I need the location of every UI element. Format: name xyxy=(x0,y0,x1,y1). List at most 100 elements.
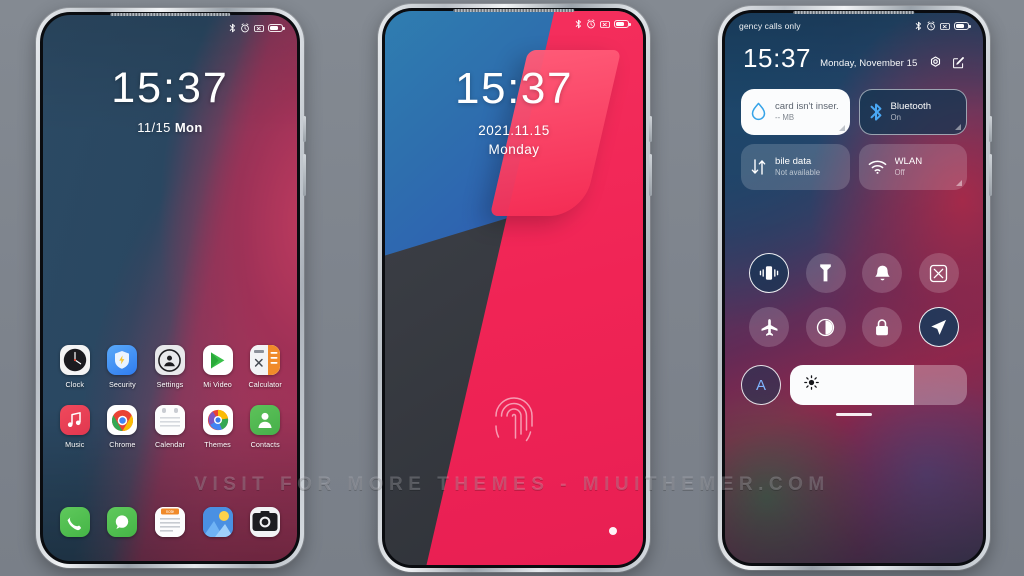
lock-clock-date: 2021.11.15 xyxy=(478,123,550,138)
mute-icon xyxy=(940,22,950,30)
gallery-icon[interactable] xyxy=(202,507,233,537)
phone-device-home: 15:37 11/15 Mon Clock Security Settings … xyxy=(36,8,306,568)
gear-icon xyxy=(154,345,185,375)
tile-title: bile data xyxy=(775,156,812,168)
contrast-icon xyxy=(817,318,835,336)
cc-time: 15:37 xyxy=(743,43,812,73)
contacts-icon xyxy=(250,405,281,435)
phone-icon[interactable] xyxy=(59,507,90,537)
control-center-header: 15:37 Monday, November 15 xyxy=(743,45,965,71)
dark-mode-toggle[interactable] xyxy=(805,307,846,347)
brightness-slider[interactable] xyxy=(790,365,967,405)
app-label: Chrome xyxy=(109,440,136,449)
alarm-icon xyxy=(587,19,595,29)
edit-icon[interactable] xyxy=(952,56,965,69)
cc-header-icons xyxy=(929,56,965,71)
earpiece-speaker-icon xyxy=(793,11,915,14)
bluetooth-icon xyxy=(229,23,235,33)
home-clock-widget[interactable]: 15:37 11/15 Mon xyxy=(43,64,297,136)
mute-icon xyxy=(600,20,610,28)
app-clock[interactable]: Clock xyxy=(51,345,99,389)
airplane-icon xyxy=(761,318,778,336)
screenshot-toggle[interactable] xyxy=(918,253,959,293)
panel-drag-handle[interactable] xyxy=(836,413,872,416)
app-label: Calculator xyxy=(248,380,282,389)
location-toggle[interactable] xyxy=(918,307,959,347)
lock-clock-widget: 15:37 2021.11.15 Monday xyxy=(385,64,643,158)
app-label: Settings xyxy=(156,380,184,389)
vibrate-toggle[interactable] xyxy=(749,253,790,293)
carrier-status-text: gency calls only xyxy=(739,21,801,31)
tile-title: WLAN xyxy=(894,156,923,168)
toggle-grid xyxy=(741,253,967,347)
tile-expand-corner[interactable] xyxy=(956,180,962,186)
fingerprint-icon[interactable] xyxy=(492,392,536,447)
tile-subtitle: Off xyxy=(894,168,905,178)
tile-wlan[interactable]: WLAN Off xyxy=(858,144,967,190)
tile-subtitle: -- MB xyxy=(775,113,795,123)
bluetooth-icon xyxy=(870,103,881,121)
alarm-icon xyxy=(241,23,249,33)
app-security[interactable]: Security xyxy=(99,345,147,389)
data-drop-icon xyxy=(751,102,766,121)
app-settings[interactable]: Settings xyxy=(146,345,194,389)
notes-icon[interactable]: note xyxy=(154,507,185,537)
screenshot-icon xyxy=(930,264,948,282)
app-chrome[interactable]: Chrome xyxy=(99,405,147,449)
tile-expand-corner[interactable] xyxy=(838,125,845,131)
home-dot[interactable] xyxy=(609,527,617,535)
app-themes[interactable]: Themes xyxy=(194,405,242,449)
app-label: Music xyxy=(65,440,85,449)
phone3-status-icons xyxy=(915,21,971,31)
phone3-bezel: gency calls only 15:37 Monday, November … xyxy=(722,10,986,566)
app-label: Calendar xyxy=(155,440,185,449)
home-clock-time: 15:37 xyxy=(111,64,229,112)
tile-title: Bluetooth xyxy=(890,101,932,113)
tile-expand-corner[interactable] xyxy=(955,124,961,130)
music-note-icon xyxy=(59,405,90,435)
mobile-data-icon xyxy=(751,159,766,175)
phone3-screen: gency calls only 15:37 Monday, November … xyxy=(725,13,983,563)
wifi-icon xyxy=(868,160,886,174)
tile-mobile-data[interactable]: bile data Not available xyxy=(741,144,850,190)
app-mi-video[interactable]: Mi Video xyxy=(194,345,242,389)
app-grid: Clock Security Settings Mi Video Calcula… xyxy=(51,345,289,449)
message-icon[interactable] xyxy=(107,507,138,537)
app-label: Security xyxy=(109,380,136,389)
play-icon xyxy=(202,345,233,375)
alarm-icon xyxy=(927,21,935,31)
ringer-toggle[interactable] xyxy=(862,253,903,293)
svg-text:note: note xyxy=(166,509,175,514)
location-arrow-icon xyxy=(931,319,947,335)
camera-icon[interactable] xyxy=(250,507,281,537)
app-music[interactable]: Music xyxy=(51,405,99,449)
sun-icon xyxy=(804,375,819,395)
lock-icon xyxy=(876,318,889,335)
chrome-icon xyxy=(107,405,138,435)
airplane-toggle[interactable] xyxy=(749,307,790,347)
app-calculator[interactable]: Calculator xyxy=(241,345,289,389)
tile-data-usage[interactable]: card isn't inser. -- MB xyxy=(741,89,850,135)
bluetooth-icon xyxy=(915,21,921,31)
cc-date: Monday, November 15 xyxy=(820,58,918,69)
gear-icon[interactable] xyxy=(929,56,942,69)
calculator-icon xyxy=(250,345,281,375)
phone2-bezel: 15:37 2021.11.15 Monday xyxy=(382,8,646,568)
phone-device-control-center: gency calls only 15:37 Monday, November … xyxy=(718,6,992,570)
lock-clock-time: 15:37 xyxy=(454,64,574,113)
flashlight-toggle[interactable] xyxy=(805,253,846,293)
screenshot-stage: 15:37 11/15 Mon Clock Security Settings … xyxy=(0,0,1024,576)
home-clock-date: 11/15 Mon xyxy=(137,120,203,135)
app-contacts[interactable]: Contacts xyxy=(241,405,289,449)
phone2-status-bar xyxy=(385,11,643,37)
bell-icon xyxy=(875,265,890,280)
app-label: Mi Video xyxy=(203,380,232,389)
tile-subtitle: Not available xyxy=(775,168,821,178)
battery-icon xyxy=(268,24,285,32)
auto-brightness-button[interactable]: A xyxy=(741,365,781,405)
tile-bluetooth[interactable]: Bluetooth On xyxy=(858,89,967,135)
lock-clock-weekday: Monday xyxy=(488,142,540,157)
app-calendar[interactable]: Calendar xyxy=(146,405,194,449)
brightness-row: A xyxy=(741,365,967,405)
lock-rotation-toggle[interactable] xyxy=(862,307,903,347)
